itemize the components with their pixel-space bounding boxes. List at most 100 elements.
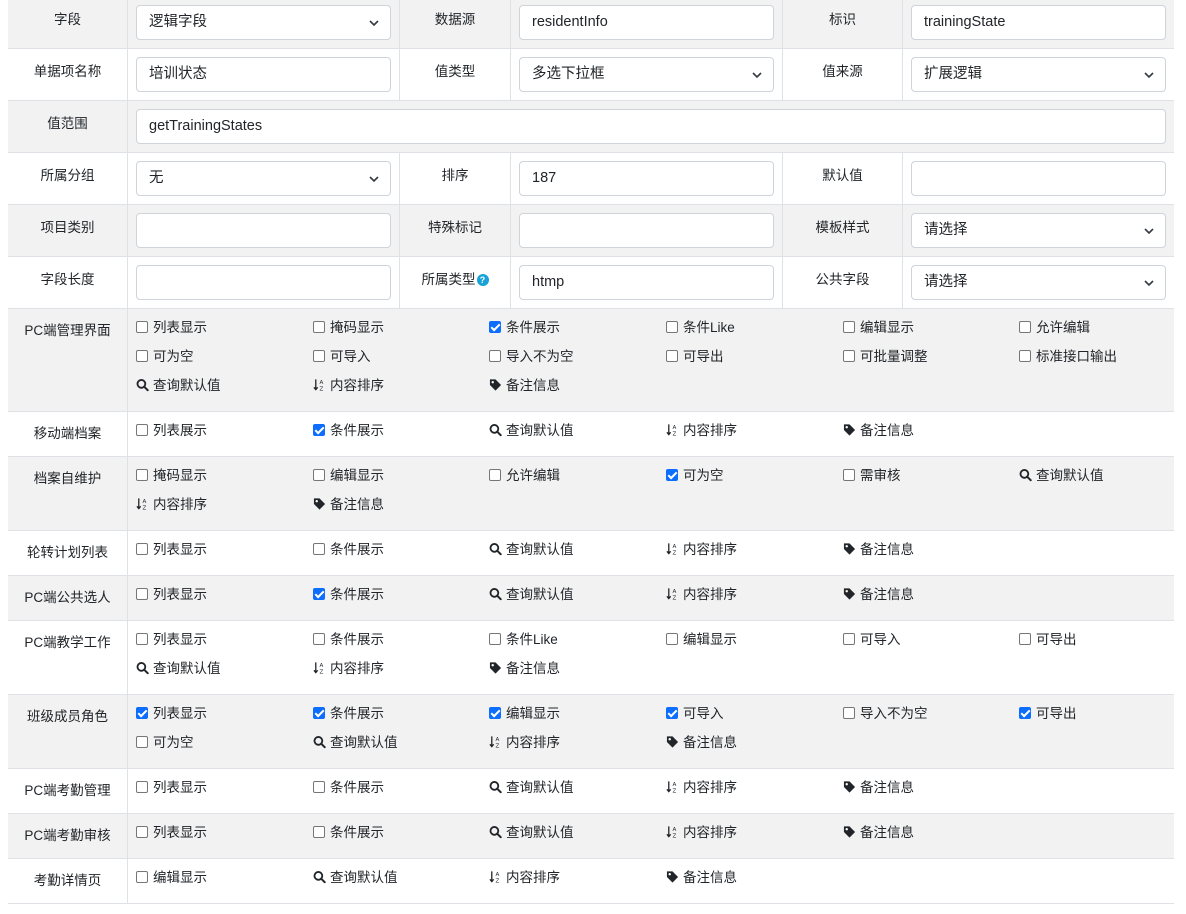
tag-option-button[interactable]: 备注信息 <box>843 586 914 604</box>
option-checkbox[interactable]: 可为空 <box>666 467 724 485</box>
search-option-button[interactable]: 查询默认值 <box>1019 467 1104 485</box>
group-select[interactable]: 无 <box>136 161 391 196</box>
option-checkbox[interactable]: 可导入 <box>313 348 371 366</box>
checkbox-icon[interactable] <box>666 633 678 645</box>
tag-option-button[interactable]: 备注信息 <box>489 377 560 395</box>
sort-input[interactable]: 187 <box>519 161 774 196</box>
option-checkbox[interactable]: 列表展示 <box>136 422 207 440</box>
tag-option-button[interactable]: 备注信息 <box>843 541 914 559</box>
sort-option-button[interactable]: A Z 内容排序 <box>666 586 737 604</box>
checkbox-icon[interactable] <box>313 469 325 481</box>
sort-option-button[interactable]: A Z 内容排序 <box>489 734 560 752</box>
checkbox-icon[interactable] <box>313 826 325 838</box>
tag-option-button[interactable]: 备注信息 <box>666 869 737 887</box>
option-checkbox[interactable]: 列表显示 <box>136 631 207 649</box>
search-option-button[interactable]: 查询默认值 <box>489 586 574 604</box>
option-checkbox[interactable]: 需审核 <box>843 467 901 485</box>
checkbox-icon[interactable] <box>489 350 501 362</box>
sort-option-button[interactable]: A Z 内容排序 <box>313 660 384 678</box>
checkbox-icon[interactable] <box>843 633 855 645</box>
option-checkbox[interactable]: 导入不为空 <box>489 348 574 366</box>
checkbox-icon[interactable] <box>1019 321 1031 333</box>
question-circle-icon[interactable]: ? <box>476 274 489 286</box>
checkbox-icon[interactable] <box>313 543 325 555</box>
option-checkbox[interactable]: 列表显示 <box>136 319 207 337</box>
checkbox-icon[interactable] <box>313 321 325 333</box>
option-checkbox[interactable]: 掩码显示 <box>136 467 207 485</box>
checkbox-icon[interactable] <box>136 871 148 883</box>
search-option-button[interactable]: 查询默认值 <box>489 541 574 559</box>
checkbox-icon[interactable] <box>1019 633 1031 645</box>
checkbox-icon[interactable] <box>1019 707 1031 719</box>
checkbox-icon[interactable] <box>489 469 501 481</box>
checkbox-icon[interactable] <box>136 321 148 333</box>
checkbox-icon[interactable] <box>136 707 148 719</box>
sort-option-button[interactable]: A Z 内容排序 <box>136 496 207 514</box>
option-checkbox[interactable]: 导入不为空 <box>843 705 928 723</box>
option-checkbox[interactable]: 可导出 <box>666 348 724 366</box>
public-field-select[interactable]: 请选择 <box>911 265 1166 300</box>
option-checkbox[interactable]: 标准接口输出 <box>1019 348 1117 366</box>
checkbox-icon[interactable] <box>136 633 148 645</box>
checkbox-icon[interactable] <box>313 633 325 645</box>
option-checkbox[interactable]: 可为空 <box>136 734 194 752</box>
checkbox-icon[interactable] <box>136 469 148 481</box>
search-option-button[interactable]: 查询默认值 <box>136 660 221 678</box>
checkbox-icon[interactable] <box>1019 350 1031 362</box>
checkbox-icon[interactable] <box>843 350 855 362</box>
option-checkbox[interactable]: 编辑显示 <box>843 319 914 337</box>
belong-type-input[interactable]: htmp <box>519 265 774 300</box>
option-checkbox[interactable]: 允许编辑 <box>1019 319 1090 337</box>
option-checkbox[interactable]: 允许编辑 <box>489 467 560 485</box>
tag-option-button[interactable]: 备注信息 <box>843 824 914 842</box>
checkbox-icon[interactable] <box>843 707 855 719</box>
search-option-button[interactable]: 查询默认值 <box>489 422 574 440</box>
search-option-button[interactable]: 查询默认值 <box>489 779 574 797</box>
checkbox-icon[interactable] <box>843 321 855 333</box>
special-mark-input[interactable] <box>519 213 774 248</box>
sort-option-button[interactable]: A Z 内容排序 <box>666 422 737 440</box>
option-checkbox[interactable]: 可为空 <box>136 348 194 366</box>
option-checkbox[interactable]: 条件展示 <box>313 824 384 842</box>
search-option-button[interactable]: 查询默认值 <box>136 377 221 395</box>
checkbox-icon[interactable] <box>136 424 148 436</box>
option-checkbox[interactable]: 编辑显示 <box>313 467 384 485</box>
checkbox-icon[interactable] <box>489 633 501 645</box>
field-type-select[interactable]: 逻辑字段 <box>136 5 391 40</box>
option-checkbox[interactable]: 掩码显示 <box>313 319 384 337</box>
sort-option-button[interactable]: A Z 内容排序 <box>313 377 384 395</box>
checkbox-icon[interactable] <box>136 736 148 748</box>
option-checkbox[interactable]: 条件展示 <box>313 631 384 649</box>
option-checkbox[interactable]: 列表显示 <box>136 779 207 797</box>
option-checkbox[interactable]: 编辑显示 <box>136 869 207 887</box>
checkbox-icon[interactable] <box>666 707 678 719</box>
field-length-input[interactable] <box>136 265 391 300</box>
option-checkbox[interactable]: 可导入 <box>843 631 901 649</box>
value-source-select[interactable]: 扩展逻辑 <box>911 57 1166 92</box>
search-option-button[interactable]: 查询默认值 <box>313 869 398 887</box>
tag-option-button[interactable]: 备注信息 <box>666 734 737 752</box>
checkbox-icon[interactable] <box>136 350 148 362</box>
checkbox-icon[interactable] <box>313 781 325 793</box>
checkbox-icon[interactable] <box>313 588 325 600</box>
search-option-button[interactable]: 查询默认值 <box>313 734 398 752</box>
checkbox-icon[interactable] <box>313 424 325 436</box>
option-checkbox[interactable]: 可批量调整 <box>843 348 928 366</box>
checkbox-icon[interactable] <box>666 469 678 481</box>
checkbox-icon[interactable] <box>489 321 501 333</box>
item-category-input[interactable] <box>136 213 391 248</box>
option-checkbox[interactable]: 编辑显示 <box>666 631 737 649</box>
option-checkbox[interactable]: 列表显示 <box>136 586 207 604</box>
checkbox-icon[interactable] <box>313 707 325 719</box>
option-checkbox[interactable]: 条件展示 <box>313 586 384 604</box>
tag-option-button[interactable]: 备注信息 <box>489 660 560 678</box>
checkbox-icon[interactable] <box>666 321 678 333</box>
checkbox-icon[interactable] <box>136 826 148 838</box>
checkbox-icon[interactable] <box>843 469 855 481</box>
item-name-input[interactable]: 培训状态 <box>136 57 391 92</box>
option-checkbox[interactable]: 列表显示 <box>136 541 207 559</box>
checkbox-icon[interactable] <box>313 350 325 362</box>
option-checkbox[interactable]: 列表显示 <box>136 824 207 842</box>
checkbox-icon[interactable] <box>136 588 148 600</box>
sort-option-button[interactable]: A Z 内容排序 <box>666 541 737 559</box>
